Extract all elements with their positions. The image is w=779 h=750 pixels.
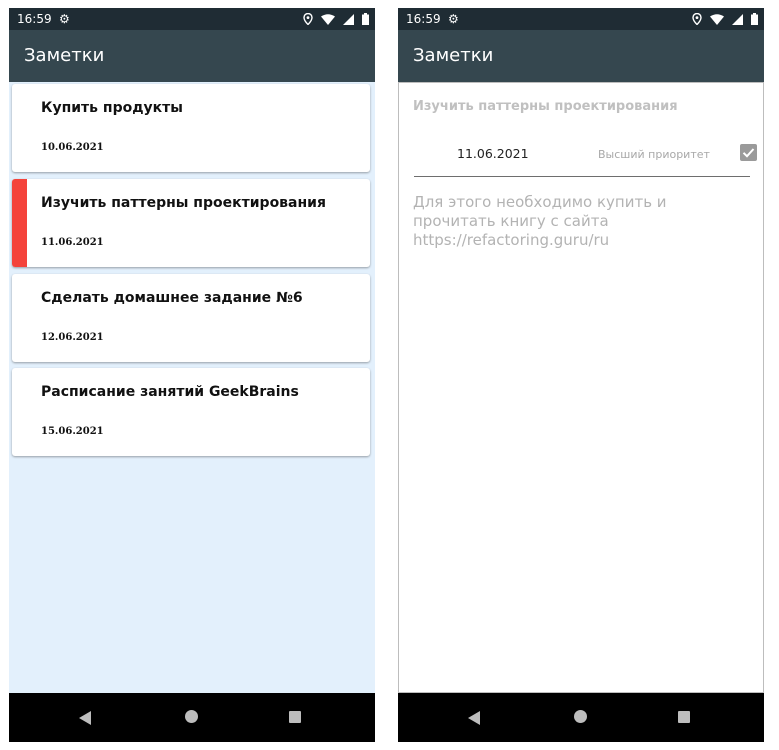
- check-icon: [742, 148, 755, 158]
- note-card[interactable]: Купить продукты 10.06.2021: [12, 84, 370, 172]
- note-title: Изучить паттерны проектирования: [41, 195, 326, 211]
- wifi-icon: [710, 13, 724, 25]
- notes-list: Купить продукты 10.06.2021 Изучить патте…: [9, 82, 375, 693]
- priority-label: Высший приоритет: [598, 148, 710, 161]
- status-time: 16:59: [17, 12, 52, 26]
- navigation-bar: [398, 693, 764, 742]
- home-icon[interactable]: [185, 710, 198, 723]
- priority-checkbox[interactable]: [740, 144, 757, 161]
- note-card[interactable]: Сделать домашнее задание №6 12.06.2021: [12, 274, 370, 362]
- note-date: 12.06.2021: [41, 332, 104, 343]
- note-body-line: https://refactoring.guru/ru: [413, 231, 610, 249]
- note-title: Расписание занятий GeekBrains: [41, 384, 299, 400]
- app-title: Заметки: [413, 45, 494, 66]
- signal-icon: [343, 13, 354, 25]
- recents-icon[interactable]: [678, 711, 690, 723]
- location-icon: [692, 13, 702, 25]
- location-icon: [303, 13, 313, 25]
- status-time: 16:59: [406, 12, 441, 26]
- status-icons: [692, 8, 758, 30]
- note-date-field[interactable]: 11.06.2021: [457, 146, 529, 161]
- note-title: Купить продукты: [41, 100, 183, 116]
- note-detail: Изучить паттерны проектирования 11.06.20…: [398, 82, 764, 693]
- phone-screen-notes-list: 16:59 ⚙ Заметки Купить продукты 10.06.20…: [9, 8, 375, 742]
- note-date: 11.06.2021: [41, 237, 104, 248]
- app-title: Заметки: [24, 45, 105, 66]
- app-bar: Заметки: [398, 30, 764, 82]
- note-title-input[interactable]: Изучить паттерны проектирования: [413, 99, 678, 114]
- recents-icon[interactable]: [289, 711, 301, 723]
- wifi-icon: [321, 13, 335, 25]
- gear-icon: ⚙: [59, 12, 70, 26]
- note-body-line: Для этого необходимо купить и: [413, 193, 667, 211]
- signal-icon: [732, 13, 743, 25]
- priority-marker: [12, 179, 27, 267]
- battery-icon: [751, 13, 758, 25]
- back-icon[interactable]: [468, 711, 480, 725]
- navigation-bar: [9, 693, 375, 742]
- battery-icon: [362, 13, 369, 25]
- note-body-line: прочитать книгу с сайта: [413, 212, 609, 230]
- phone-screen-note-detail: 16:59 ⚙ Заметки Изучить паттерны проекти…: [398, 8, 764, 742]
- home-icon[interactable]: [574, 710, 587, 723]
- note-date: 10.06.2021: [41, 142, 104, 153]
- back-icon[interactable]: [79, 711, 91, 725]
- note-date: 15.06.2021: [41, 426, 104, 437]
- app-bar: Заметки: [9, 30, 375, 82]
- status-bar: 16:59 ⚙: [9, 8, 375, 30]
- note-body-input[interactable]: Для этого необходимо купить и прочитать …: [413, 193, 713, 250]
- status-icons: [303, 8, 369, 30]
- status-bar: 16:59 ⚙: [398, 8, 764, 30]
- gear-icon: ⚙: [448, 12, 459, 26]
- note-card[interactable]: Изучить паттерны проектирования 11.06.20…: [12, 179, 370, 267]
- note-card[interactable]: Расписание занятий GeekBrains 15.06.2021: [12, 368, 370, 456]
- divider: [414, 176, 750, 177]
- note-title: Сделать домашнее задание №6: [41, 290, 303, 306]
